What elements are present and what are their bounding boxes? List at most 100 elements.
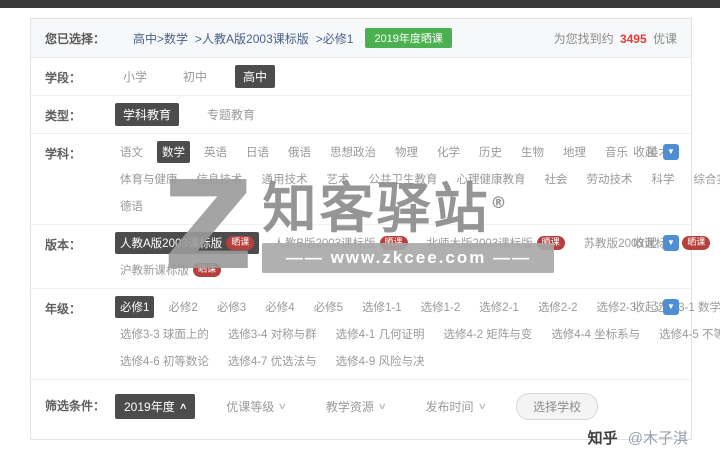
subject-option[interactable]: 日语 (241, 141, 274, 163)
option-label: 沪教新课标版 (120, 265, 189, 277)
subject-option[interactable]: 艺术 (322, 168, 355, 190)
stage-option[interactable]: 初中 (175, 65, 215, 88)
filters-option-row: 2019年度 ∧ 优课等级 ∨ 教学资源 ∨ 发布时间 ∨ 选择学校 (115, 393, 677, 420)
subject-option-row: 语文 数学 英语 日语 俄语 思想政治 物理 化学 历史 生物 地理 音乐 美术 (115, 141, 677, 163)
subject-option[interactable]: 公共卫生教育 (364, 168, 443, 190)
year-badge[interactable]: 2019年度晒课 (365, 28, 452, 48)
option-label: 学科教育 (123, 108, 172, 122)
subject-option[interactable]: 俄语 (283, 141, 316, 163)
subject-option-row: 体育与健康 信息技术 通用技术 艺术 公共卫生教育 心理健康教育 社会 劳动技术 科学 综合实践 (115, 168, 720, 190)
subject-option[interactable]: 通用技术 (257, 168, 313, 190)
option-label: 2019年度 (124, 400, 175, 414)
subject-option[interactable]: 历史 (474, 141, 507, 163)
collapse-control[interactable]: 收起 ▼ (633, 234, 679, 251)
grade-option[interactable]: 选修4-2 矩阵与变 (438, 323, 537, 345)
version-red-tag: 晒课 (536, 236, 565, 250)
caret-down-icon: ∨ (477, 401, 487, 411)
subject-option[interactable]: 语文 (115, 141, 148, 163)
grade-option[interactable]: 选修1-2 (416, 296, 466, 318)
type-option[interactable]: 专题教育 (199, 103, 263, 126)
collapse-label: 收起 (632, 145, 657, 159)
chevron-down-icon[interactable]: ▼ (663, 234, 679, 251)
breadcrumb-grade[interactable]: >必修1 (316, 30, 354, 47)
stage-label: 学段： (45, 71, 82, 85)
select-school-button[interactable]: 选择学校 (516, 393, 599, 420)
breadcrumb-stage-subject[interactable]: 高中>数学 (133, 30, 188, 47)
result-summary: 为您找到约 3495 优课 (554, 30, 677, 47)
version-option[interactable]: 人教B版2003课标版 晒课 (268, 232, 412, 254)
version-option-selected[interactable]: 人教A版2003课标版 晒课 (115, 232, 260, 254)
grade-option[interactable]: 选修3-4 对称与群 (223, 323, 322, 345)
option-label: 人教A版2003课标版 (120, 238, 223, 250)
stage-option-selected[interactable]: 高中 (235, 65, 276, 88)
option-label: 选择学校 (533, 400, 582, 414)
subject-option[interactable]: 综合实践 (689, 168, 720, 190)
subject-option-selected[interactable]: 数学 (157, 141, 190, 163)
grade-option[interactable]: 选修2-2 (533, 296, 583, 318)
option-label: 英语 (204, 147, 227, 159)
version-red-tag: 晒课 (379, 236, 408, 250)
subject-option[interactable]: 社会 (540, 168, 573, 190)
version-option[interactable]: 沪教新课标版 晒课 (115, 259, 226, 281)
grade-option[interactable]: 必修3 (212, 296, 251, 318)
subject-label: 学科： (45, 147, 82, 161)
subject-option[interactable]: 德语 (115, 195, 148, 217)
grade-option[interactable]: 必修4 (260, 296, 299, 318)
grade-option[interactable]: 必修2 (163, 296, 202, 318)
stage-option[interactable]: 小学 (115, 65, 155, 88)
option-label: 选修2-2 (537, 302, 578, 314)
subject-option[interactable]: 物理 (390, 141, 423, 163)
subject-option[interactable]: 思想政治 (325, 141, 381, 163)
filters-option[interactable]: 教学资源 ∨ (317, 394, 395, 419)
grade-option[interactable]: 选修4-1 几何证明 (331, 323, 430, 345)
grade-option[interactable]: 必修5 (309, 296, 348, 318)
filters-option[interactable]: 发布时间 ∨ (417, 394, 495, 419)
grade-option[interactable]: 选修4-4 坐标系与 (546, 323, 645, 345)
subject-option[interactable]: 音乐 (600, 141, 633, 163)
grade-option[interactable]: 选修4-7 优选法与 (223, 350, 322, 372)
option-label: 选修4-4 坐标系与 (551, 329, 641, 341)
collapse-control[interactable]: 收起 ▼ (633, 143, 679, 160)
grade-option[interactable]: 选修3-3 球面上的 (115, 323, 214, 345)
chevron-down-icon[interactable]: ▼ (663, 298, 679, 315)
filters-option[interactable]: 优课等级 ∨ (217, 394, 295, 419)
filters-option-selected[interactable]: 2019年度 ∧ (115, 394, 196, 419)
option-label: 俄语 (288, 147, 311, 159)
subject-option[interactable]: 体育与健康 (115, 168, 183, 190)
grade-option-selected[interactable]: 必修1 (115, 296, 155, 318)
grade-option[interactable]: 选修4-9 风险与决 (331, 350, 430, 372)
subject-option[interactable]: 地理 (558, 141, 591, 163)
subject-option[interactable]: 生物 (516, 141, 549, 163)
stage-option-row: 小学 初中 高中 (115, 65, 677, 88)
type-option-selected[interactable]: 学科教育 (115, 103, 180, 126)
option-label: 发布时间 (425, 400, 474, 414)
subject-option[interactable]: 英语 (199, 141, 232, 163)
option-label: 选修4-6 初等数论 (120, 356, 209, 368)
grade-option[interactable]: 选修2-1 (474, 296, 524, 318)
option-label: 数学 (162, 147, 185, 159)
grade-option[interactable]: 选修4-5 不等式选 (654, 323, 720, 345)
grade-option[interactable]: 选修4-6 初等数论 (115, 350, 214, 372)
option-label: 必修3 (216, 302, 247, 314)
option-label: 生物 (521, 147, 544, 159)
option-label: 必修1 (120, 302, 150, 314)
collapse-control[interactable]: 收起 ▼ (633, 298, 679, 315)
option-label: 选修3-4 对称与群 (227, 329, 317, 341)
chevron-down-icon[interactable]: ▼ (663, 143, 679, 160)
subject-option[interactable]: 科学 (647, 168, 680, 190)
grade-option-row: 选修4-6 初等数论 选修4-7 优选法与 选修4-9 风险与决 (115, 350, 677, 372)
subject-option[interactable]: 信息技术 (192, 168, 248, 190)
filter-panel: 您已选择： 高中>数学 >人教A版2003课标版 >必修1 2019年度晒课 为… (30, 18, 720, 440)
subject-option[interactable]: 化学 (432, 141, 465, 163)
option-label: 心理健康教育 (456, 174, 526, 186)
breadcrumb-version[interactable]: >人教A版2003课标版 (195, 30, 309, 47)
subject-option[interactable]: 劳动技术 (582, 168, 638, 190)
subject-option[interactable]: 心理健康教育 (452, 168, 531, 190)
option-label: 必修5 (313, 302, 344, 314)
section-stage: 学段： 小学 初中 高中 (31, 58, 691, 96)
option-label: 选修3-3 球面上的 (120, 329, 209, 341)
option-label: 科学 (651, 174, 675, 186)
browser-top-strip (0, 0, 720, 8)
version-option[interactable]: 北师大版2003课标版 晒课 (422, 232, 570, 254)
grade-option[interactable]: 选修1-1 (357, 296, 407, 318)
